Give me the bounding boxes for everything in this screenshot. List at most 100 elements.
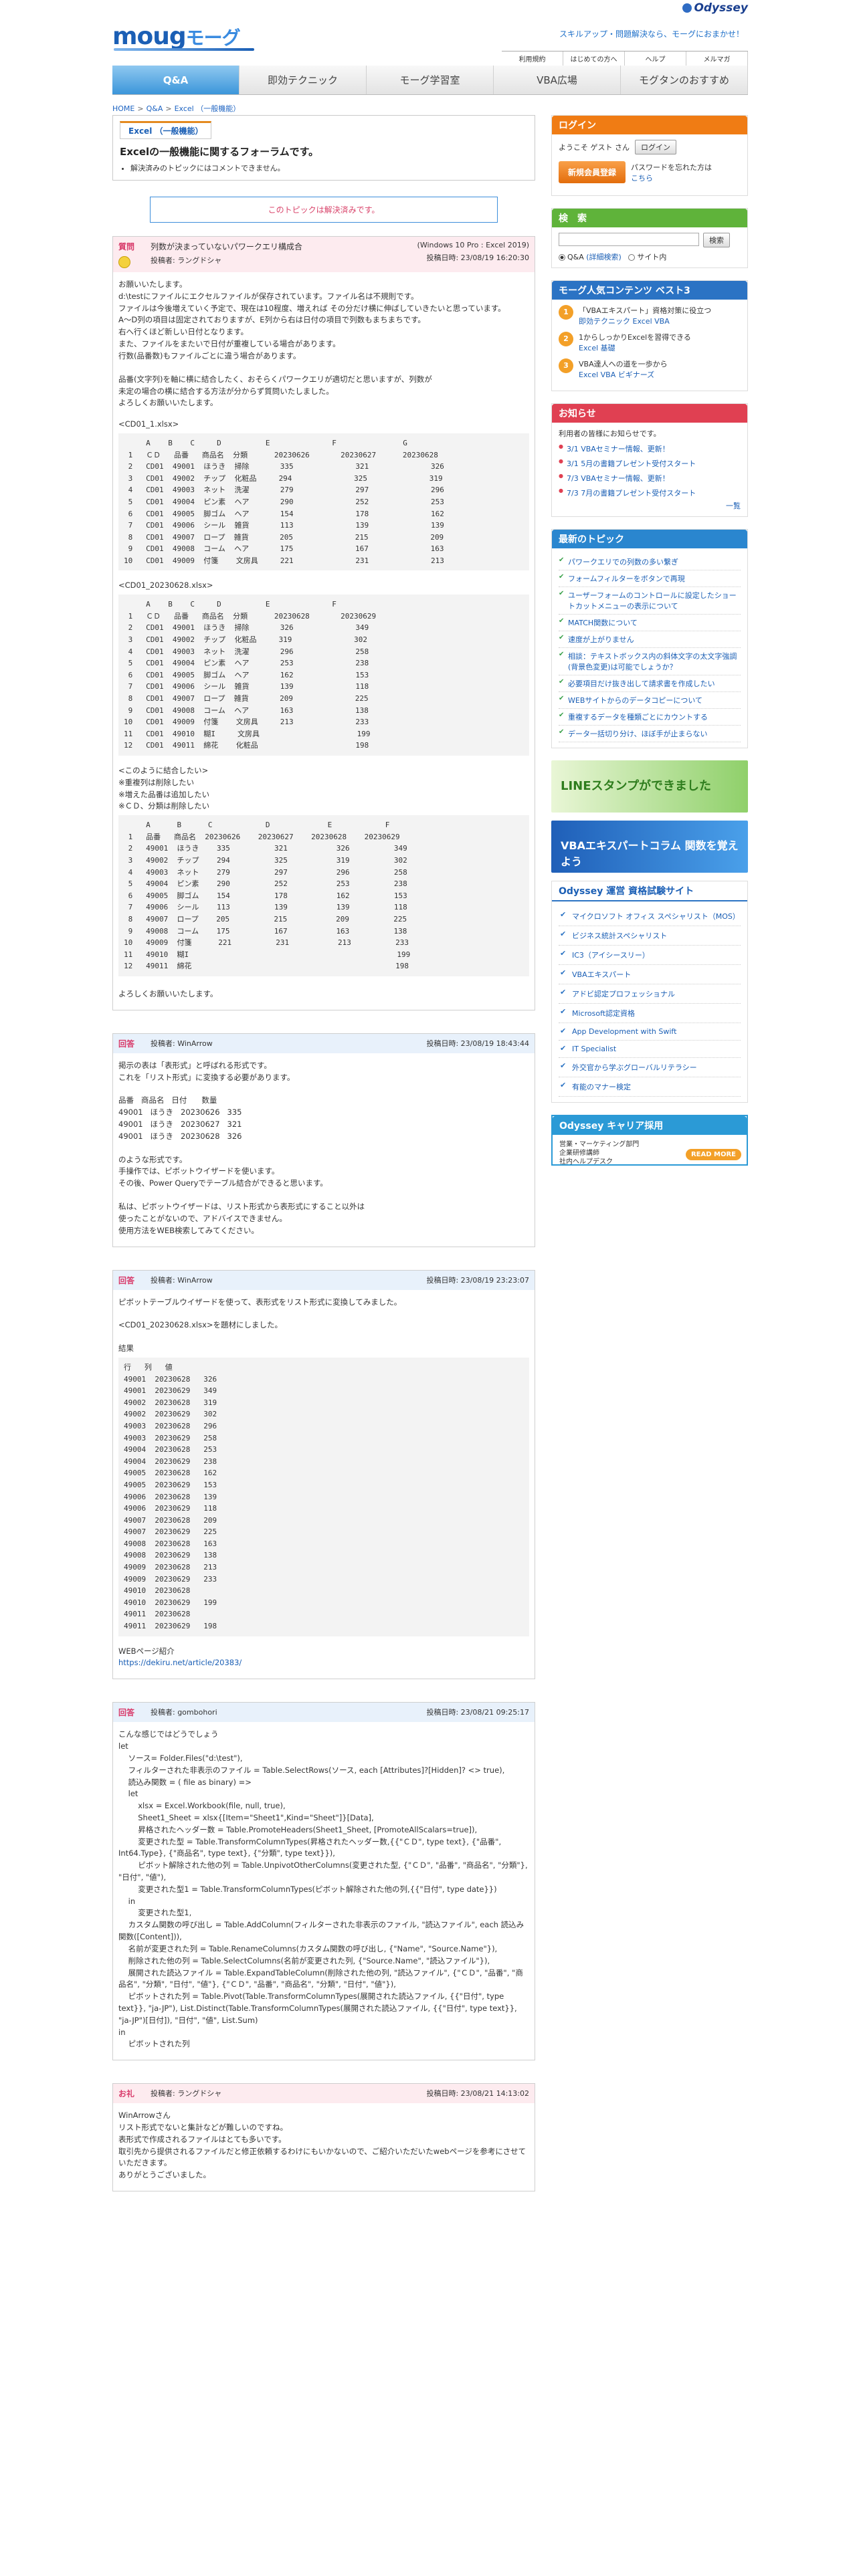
data-block-label: <CD01_1.xlsx> <box>118 419 179 429</box>
topic-item[interactable]: フォームフィルターをボタンで再現 <box>559 570 741 587</box>
post-date: 投稿日時: 23/08/21 14:13:02 <box>426 2089 529 2099</box>
topic-item[interactable]: 重複するデータを種類ごとにカウントする <box>559 709 741 726</box>
result-table: 行 列 値 49001 20230628 326 49001 20230629 … <box>118 1357 529 1636</box>
util-link-newsletter[interactable]: メルマガ <box>686 51 748 66</box>
exam-item[interactable]: IT Specialist <box>559 1041 741 1058</box>
category-tab[interactable]: Excel （一般機能） <box>120 121 212 139</box>
post: 質問 列数が決まっていないパワークエリ構成合 投稿者: ラングドシャ (Windows… <box>112 236 535 1010</box>
post: お礼 投稿者: ラングドシャ 投稿日時: 23/08/21 14:13:02 WinA… <box>112 2083 535 2192</box>
rank-number-icon: 1 <box>559 305 573 320</box>
news-item[interactable]: 3/1 5月の書籍プレゼント受付スタート <box>559 456 741 471</box>
post-line: ピボットテーブルウイザードを使って、表形式をリスト形式に変換してみました。 <box>118 1297 402 1307</box>
read-more-button[interactable]: READ MORE <box>685 1149 741 1160</box>
post-line: 変更された型1 = Table.TransformColumnTypes(ピボッ… <box>118 1884 497 1894</box>
ranking-box: モーグ人気コンテンツ ベスト3 1 「VBAエキスパート」資格対策に役立つ 即効テク… <box>551 280 748 391</box>
odyssey-logo[interactable]: Odyssey <box>682 1 748 15</box>
ranking-link[interactable]: 即効テクニック Excel VBA <box>579 316 711 326</box>
util-link-terms[interactable]: 利用規約 <box>502 51 563 66</box>
exam-item[interactable]: Microsoft認定資格 <box>559 1004 741 1023</box>
ranking-link[interactable]: Excel 基礎 <box>579 342 691 353</box>
search-scope-qa-radio[interactable] <box>559 254 565 261</box>
post-type-text: 回答 <box>118 1275 135 1285</box>
post-line: ファイルは今後増えていく予定で、現在は10程度、増えれば その分だけ横に伸ばして… <box>118 303 506 313</box>
search-scope-site-radio[interactable] <box>628 254 636 261</box>
search-title: 検 索 <box>552 209 747 227</box>
exam-item[interactable]: App Development with Swift <box>559 1023 741 1041</box>
breadcrumb-qa[interactable]: Q&A <box>147 104 163 113</box>
tab-vba[interactable]: VBA広場 <box>494 66 621 94</box>
topic-item[interactable]: 相談：テキストボックス内の斜体文字の太文字強調(背景色変更)は可能でしょうか？ <box>559 648 741 675</box>
topic-item[interactable]: 必要項目だけ抜き出して請求書を作成したい <box>559 675 741 692</box>
ranking-item[interactable]: 3 VBA達人への道を一歩から Excel VBA ビギナーズ <box>559 358 741 380</box>
search-input[interactable] <box>559 233 699 246</box>
exam-item[interactable]: 有能のマナー検定 <box>559 1077 741 1097</box>
post-line: let <box>118 1741 128 1751</box>
post-line: 昇格されたヘッダー数 = Table.PromoteHeaders(Sheet1… <box>118 1824 478 1834</box>
post-type-label: 回答 <box>118 1707 151 1718</box>
login-title: ログイン <box>552 116 747 134</box>
exam-item[interactable]: VBAエキスパート <box>559 965 741 984</box>
ranking-link[interactable]: Excel VBA ビギナーズ <box>579 369 668 380</box>
tab-study[interactable]: モーグ学習室 <box>367 66 494 94</box>
ranking-item[interactable]: 2 1からしっかりExcelを習得できる Excel 基礎 <box>559 332 741 353</box>
data-block-label: <このように結合したい> ※重複列は削除したい ※増えた品番は追加したい ※ＣＤ… <box>118 766 210 811</box>
forgot-password-link[interactable]: こちら <box>631 174 653 183</box>
post-line: 削除された他の列 = Table.SelectColumns(名前が変更された列… <box>118 1955 490 1965</box>
vba-column-banner[interactable]: VBAエキスパートコラム 関数を覚えよう <box>551 821 748 873</box>
news-item[interactable]: 3/1 VBAセミナー情報、更新！ <box>559 441 741 456</box>
exam-item[interactable]: マイクロソフト オフィス スペシャリスト（MOS） <box>559 907 741 926</box>
exam-item[interactable]: ビジネス統計スペシャリスト <box>559 926 741 946</box>
util-link-beginners[interactable]: はじめての方へ <box>563 51 625 66</box>
post-line: お願いいたします。 <box>118 280 187 289</box>
util-link-help[interactable]: ヘルプ <box>625 51 686 66</box>
post-type-text: お礼 <box>118 2089 135 2099</box>
post-info: 投稿日時: 23/08/19 18:43:44 <box>426 1038 529 1049</box>
topic-item[interactable]: パワークエリでの列数の多い繋ぎ <box>559 554 741 570</box>
register-button[interactable]: 新規会員登録 <box>559 161 626 183</box>
post-line <box>118 362 529 374</box>
topic-item[interactable]: 速度が上がりません <box>559 631 741 648</box>
ranking-text-wrap: 「VBAエキスパート」資格対策に役立つ 即効テクニック Excel VBA <box>579 305 711 326</box>
breadcrumb-home[interactable]: HOME <box>112 104 134 113</box>
post-line: in <box>118 1896 136 1906</box>
post-line: xlsx = Excel.Workbook(file, null, true), <box>118 1801 286 1811</box>
news-item[interactable]: 7/3 7月の書籍プレゼント受付スタート <box>559 486 741 500</box>
news-more-link[interactable]: 一覧 <box>726 502 741 510</box>
topic-item[interactable]: データ一括切り分け、ほぼ手が止まらない <box>559 726 741 742</box>
post-meta: 投稿者: WinArrow <box>151 1275 426 1285</box>
tab-technique[interactable]: 即効テクニック <box>240 66 367 94</box>
post-line: 49001 ほうき 20230626 335 <box>118 1107 242 1117</box>
topic-item[interactable]: MATCH関数について <box>559 615 741 631</box>
post-header: 回答 投稿者: WinArrow 投稿日時: 23/08/19 23:23:07 <box>113 1270 535 1290</box>
news-item[interactable]: 7/3 VBAセミナー情報、更新！ <box>559 471 741 486</box>
career-title: Odyssey キャリア採用 <box>553 1116 747 1135</box>
tab-recommend[interactable]: モグタンのおすすめ <box>621 66 748 94</box>
post-author: 投稿者: ラングドシャ <box>151 256 222 265</box>
exam-item[interactable]: アドビ認定プロフェッショナル <box>559 984 741 1004</box>
reference-link[interactable]: https://dekiru.net/article/20383/ <box>118 1657 529 1669</box>
post-author: 投稿者: gombohori <box>151 1708 217 1717</box>
post-body: WinArrowさん リスト形式でないと集計などが難しいのですね。 表形式で作成され… <box>113 2103 535 2191</box>
search-button[interactable]: 検索 <box>703 233 730 247</box>
data-block-table: A B C D E F 1 品番 商品名 20230626 20230627 2… <box>118 815 529 976</box>
ranking-item[interactable]: 1 「VBAエキスパート」資格対策に役立つ 即効テクニック Excel VBA <box>559 305 741 326</box>
topic-item[interactable]: WEBサイトからのデータコピーについて <box>559 692 741 709</box>
post-body: 掲示の表は「表形式」と呼ばれる形式です。 これを「リスト形式」に変換する必要があり… <box>113 1053 535 1247</box>
ranking-text: 1からしっかりExcelを習得できる <box>579 333 691 342</box>
post-type-label: 質問 <box>118 241 151 268</box>
advanced-search-link[interactable]: (詳細検索) <box>586 253 622 261</box>
topic-item[interactable]: ユーザーフォームのコントロールに設定したショートカットメニューの表示について <box>559 587 741 615</box>
line-stamp-banner[interactable]: LINEスタンプができました <box>551 760 748 813</box>
career-box[interactable]: Odyssey キャリア採用 営業・マーケティング部門 企業研修講師 社内ヘルプデス… <box>551 1115 748 1166</box>
exam-item[interactable]: IC3（アイシースリー） <box>559 946 741 965</box>
login-button[interactable]: ログイン <box>635 140 676 154</box>
tab-qa[interactable]: Q&A <box>112 66 240 94</box>
site-logo[interactable]: mougモーグ <box>112 23 254 51</box>
post-line: 表形式で作成されるファイルはとても多いです。 <box>118 2134 286 2144</box>
login-box: ログイン ようこそ ゲスト さん ログイン 新規会員登録 パスワードを忘れた方は… <box>551 115 748 196</box>
post-line: これを「リスト形式」に変換する必要があります。 <box>118 1072 295 1082</box>
post-line: A〜D列の項目は固定されておりますが、E列から右は日付の項目で列数もまちまちです… <box>118 315 425 325</box>
post-line <box>118 1331 529 1343</box>
exam-item[interactable]: 外交官から学ぶグローバルリテラシー <box>559 1058 741 1077</box>
post-line: 結果 <box>118 1344 134 1354</box>
